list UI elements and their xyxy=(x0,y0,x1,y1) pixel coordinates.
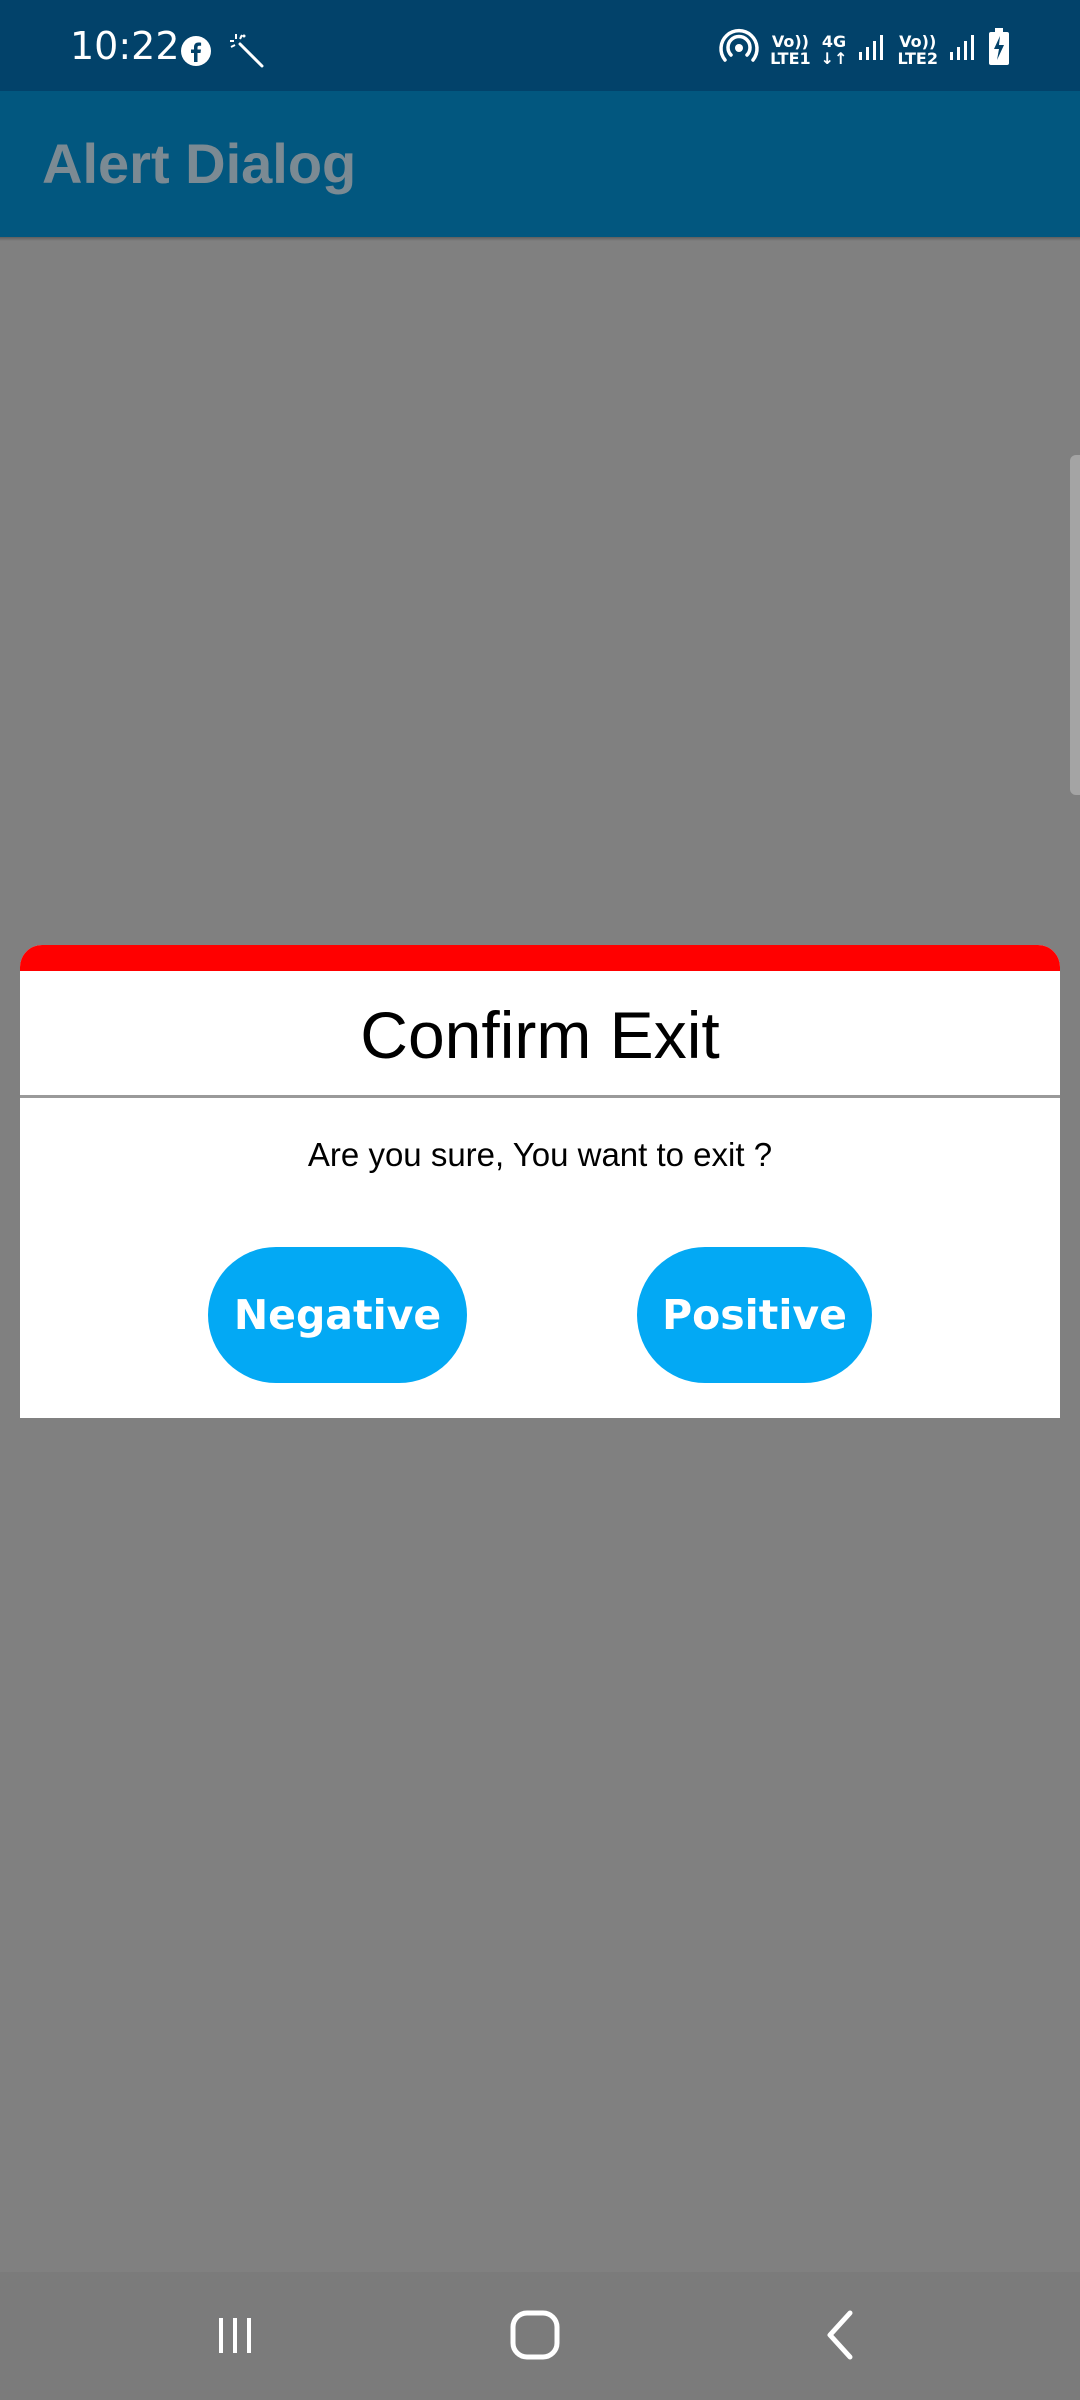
recent-apps-button[interactable] xyxy=(190,2302,280,2372)
confirm-exit-dialog: Confirm Exit Are you sure, You want to e… xyxy=(20,945,1060,1418)
navigation-bar xyxy=(0,2272,1080,2400)
back-icon xyxy=(815,2307,865,2368)
home-icon xyxy=(507,2307,563,2368)
facebook-icon xyxy=(180,35,212,72)
status-bar: 10:22 Vo)) LTE1 4G ↓↑ Vo)) LTE2 xyxy=(0,0,1080,91)
edge-panel-handle[interactable] xyxy=(1070,455,1080,795)
status-time: 10:22 xyxy=(70,24,180,68)
dialog-divider xyxy=(20,1095,1060,1098)
status-left-icons xyxy=(180,32,266,75)
battery-charging-icon xyxy=(988,28,1010,71)
4g-data-icon: 4G ↓↑ xyxy=(820,31,848,68)
hotspot-icon xyxy=(718,28,760,71)
dialog-accent-bar xyxy=(20,945,1060,971)
signal1-icon xyxy=(857,32,887,67)
app-bar-shadow xyxy=(0,237,1080,241)
dialog-title: Confirm Exit xyxy=(360,998,720,1072)
screen: 10:22 Vo)) LTE1 4G ↓↑ Vo)) LTE2 Alert Di… xyxy=(0,0,1080,2400)
volte2-icon: Vo)) LTE2 xyxy=(897,31,938,68)
positive-button[interactable]: Positive xyxy=(637,1247,872,1383)
app-bar: Alert Dialog xyxy=(0,91,1080,237)
volte1-icon: Vo)) LTE1 xyxy=(770,31,811,68)
back-button[interactable] xyxy=(795,2302,885,2372)
dialog-message: Are you sure, You want to exit ? xyxy=(307,1136,773,1173)
signal2-icon xyxy=(948,32,978,67)
home-button[interactable] xyxy=(490,2302,580,2372)
app-title: Alert Dialog xyxy=(42,132,357,195)
status-right-icons: Vo)) LTE1 4G ↓↑ Vo)) LTE2 xyxy=(718,28,1010,71)
negative-button[interactable]: Negative xyxy=(208,1247,467,1383)
recent-apps-icon xyxy=(210,2310,260,2365)
magic-wand-icon xyxy=(228,32,266,75)
